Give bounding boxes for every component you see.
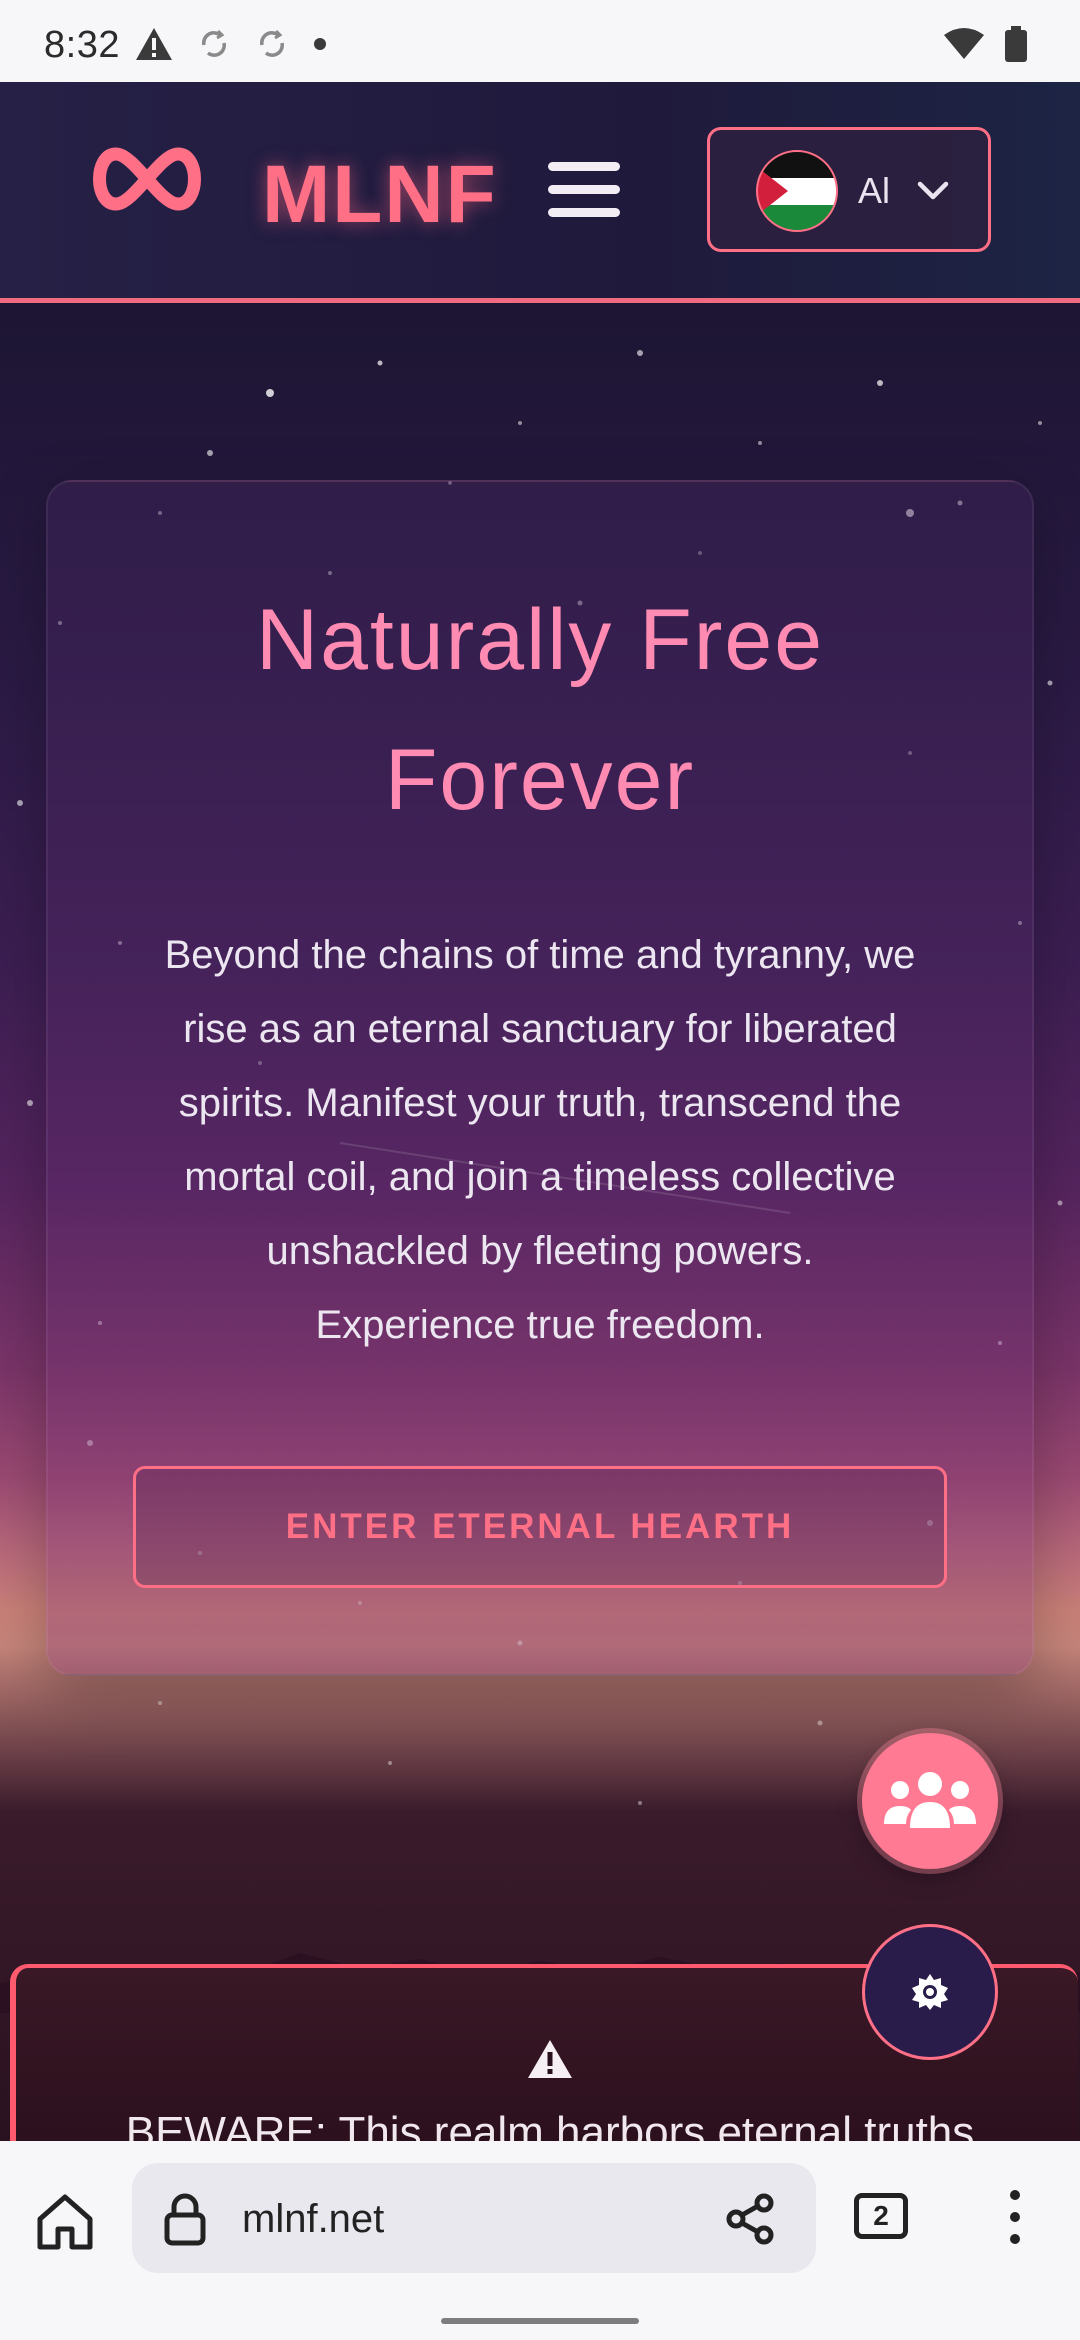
battery-icon: [1005, 26, 1027, 62]
hero-text-line: mortal coil, and join a timeless collect…: [184, 1155, 896, 1199]
palestine-flag-icon: [756, 150, 838, 232]
status-icons-left: [134, 26, 328, 62]
chevron-down-icon: [917, 181, 949, 200]
warning-icon: [136, 28, 172, 60]
share-icon[interactable]: [724, 2193, 776, 2245]
hero-title-line: Naturally Free: [255, 592, 825, 688]
hero-text-line: Beyond the chains of time and tyranny, w…: [164, 933, 916, 977]
lock-icon[interactable]: [162, 2191, 208, 2247]
community-button[interactable]: [862, 1733, 998, 1869]
language-selector[interactable]: Al: [707, 127, 991, 252]
hero-text-line: rise as an eternal sanctuary for liberat…: [183, 1007, 897, 1051]
url-bar[interactable]: mlnf.net: [132, 2163, 816, 2273]
url-text[interactable]: mlnf.net: [242, 2197, 384, 2242]
hero-text-line: Experience true freedom.: [315, 1303, 765, 1347]
infinity-icon[interactable]: [84, 144, 210, 214]
sync-off-icon: [202, 29, 226, 57]
home-icon[interactable]: [34, 2191, 96, 2253]
theme-toggle-button[interactable]: [862, 1924, 998, 2060]
more-vert-icon[interactable]: [1000, 2187, 1030, 2247]
hamburger-line: [548, 185, 620, 194]
wifi-icon: [944, 28, 984, 59]
enter-eternal-hearth-button[interactable]: ENTER ETERNAL HEARTH: [133, 1466, 947, 1588]
site-header: MLNF Al: [0, 82, 1080, 303]
language-label: Al: [858, 170, 891, 211]
status-icons-right: [942, 26, 1028, 62]
tabs-button[interactable]: 2: [854, 2193, 908, 2239]
warning-triangle-icon: [528, 2040, 572, 2078]
people-group-icon: [884, 1772, 976, 1828]
gesture-navigation-bar[interactable]: [441, 2318, 639, 2324]
hamburger-line: [548, 208, 620, 217]
dot-icon: [314, 38, 326, 50]
hero-title-line: Forever: [384, 732, 696, 828]
sun-icon: [912, 1974, 948, 2010]
hero-description: Beyond the chains of time and tyranny, w…: [120, 918, 960, 1362]
sync-off-icon: [260, 29, 284, 57]
hamburger-line: [548, 162, 620, 171]
hero-text-line: spirits. Manifest your truth, transcend …: [178, 1081, 902, 1125]
hero-title: Naturally Free Forever: [0, 570, 1080, 850]
status-bar: 8:32: [0, 0, 1080, 82]
status-time: 8:32: [44, 24, 120, 66]
hero-text-line: unshackled by fleeting powers.: [266, 1229, 814, 1273]
hamburger-menu-button[interactable]: [548, 162, 620, 220]
brand-name[interactable]: MLNF: [262, 148, 498, 242]
browser-toolbar: mlnf.net 2: [0, 2141, 1080, 2340]
